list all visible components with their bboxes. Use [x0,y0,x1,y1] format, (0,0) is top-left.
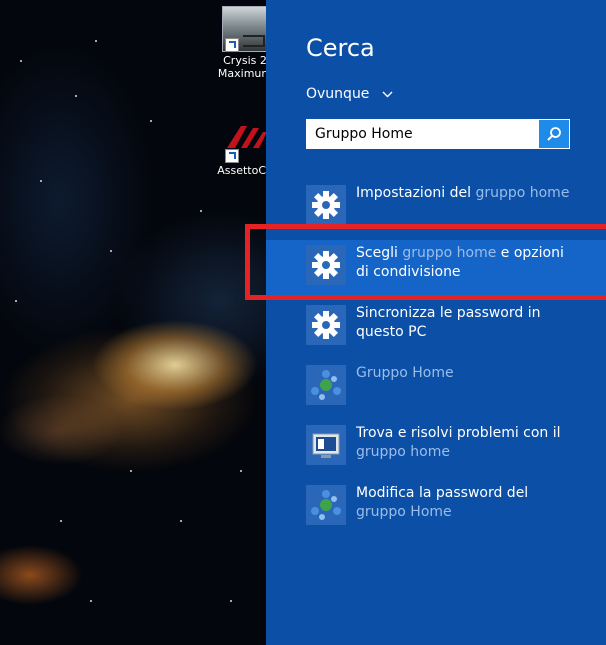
search-result-text: Sincronizza le password in questo PC [356,305,541,340]
search-result-label: Scegli gruppo home e opzioni di condivis… [356,244,576,282]
search-result-label: Gruppo Home [356,364,576,383]
page-title: Cerca [306,34,375,62]
search-match-text: gruppo home [356,444,450,460]
crysis-game-icon [222,6,266,52]
gear-icon [306,185,346,225]
search-result-text: Impostazioni del [356,185,476,201]
search-match-text: gruppo home [475,185,570,201]
desktop-background: Crysis 2 Maximum AssettoCo [0,0,266,645]
search-scope-dropdown[interactable]: Ovunque [306,86,393,102]
assetto-corsa-game-icon [223,118,266,163]
search-result-text: Scegli [356,245,403,261]
search-result-label: Trova e risolvi problemi con il gruppo h… [356,424,576,462]
desktop-icon-label: AssettoCo [217,164,266,177]
desktop-icon-label: Maximum [217,67,266,80]
desktop-shortcut-assetto[interactable]: AssettoCo [210,118,266,177]
search-result-item[interactable]: Gruppo Home [266,360,606,420]
search-match-text: gruppo Home [356,504,452,520]
search-result-text: Modifica la password del [356,485,529,501]
homegroup-icon [306,485,346,525]
search-result-text: Trova e risolvi problemi con il [356,425,561,441]
shortcut-arrow-icon [225,38,239,52]
search-result-item[interactable]: Modifica la password del gruppo Home [266,480,606,540]
gear-icon [306,305,346,345]
search-icon [547,127,561,141]
search-result-item[interactable]: Trova e risolvi problemi con il gruppo h… [266,420,606,480]
desktop-icon-label: Crysis 2 [223,54,266,67]
search-result-item[interactable]: Impostazioni del gruppo home [266,180,606,240]
search-box [306,119,570,149]
search-result-item[interactable]: Scegli gruppo home e opzioni di condivis… [266,240,606,300]
homegroup-icon [306,365,346,405]
search-match-text: gruppo home [402,245,497,261]
search-scope-label: Ovunque [306,86,370,102]
search-charm-panel: Cerca Ovunque Impostazioni del gruppo ho… [266,0,606,645]
desktop-shortcut-crysis[interactable]: Crysis 2 Maximum [210,6,266,80]
search-result-item[interactable]: Sincronizza le password in questo PC [266,300,606,360]
gear-icon [306,245,346,285]
shortcut-arrow-icon [225,149,239,163]
troubleshoot-icon [306,425,346,465]
search-button[interactable] [539,120,569,148]
search-result-label: Modifica la password del gruppo Home [356,484,576,522]
search-match-text: Gruppo Home [356,365,454,381]
chevron-down-icon [382,86,393,102]
search-result-label: Impostazioni del gruppo home [356,184,576,203]
search-input[interactable] [307,120,541,148]
search-result-label: Sincronizza le password in questo PC [356,304,576,342]
